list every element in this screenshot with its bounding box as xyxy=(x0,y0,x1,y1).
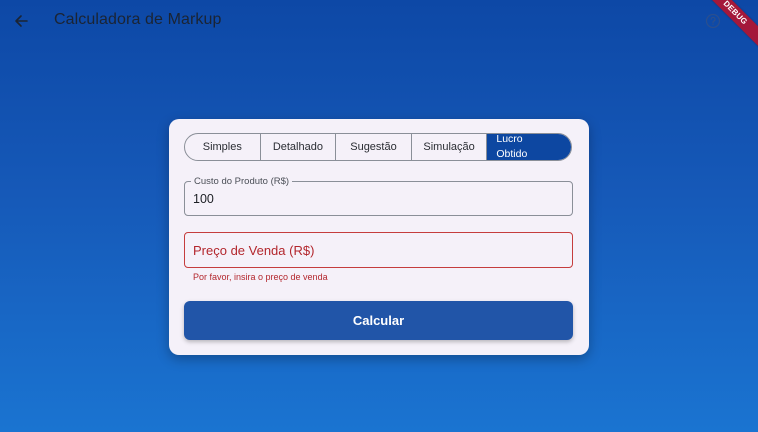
tab-simples[interactable]: Simples xyxy=(185,134,261,160)
help-button[interactable] xyxy=(702,10,724,32)
tab-label: Lucro Obtido xyxy=(496,133,528,160)
cost-field-label: Custo do Produto (R$) xyxy=(191,176,293,187)
help-circle-icon xyxy=(705,13,721,29)
cost-input[interactable] xyxy=(193,192,553,206)
cost-field: Custo do Produto (R$) xyxy=(184,176,573,216)
calculator-card: Simples Detalhado Sugestão Simulação Luc… xyxy=(169,119,589,355)
tab-label: Detalhado xyxy=(272,141,323,153)
tab-sugestao[interactable]: Sugestão xyxy=(336,134,412,160)
calculate-button[interactable]: Calcular xyxy=(184,301,573,340)
back-button[interactable] xyxy=(10,10,32,32)
tab-simulacao[interactable]: Simulação xyxy=(412,134,488,160)
tab-label: Simulação xyxy=(423,141,475,153)
tab-label: Sugestão xyxy=(350,141,397,153)
tab-detalhado[interactable]: Detalhado xyxy=(261,134,337,160)
app-bar: Calculadora de Markup xyxy=(0,0,758,42)
price-field xyxy=(184,232,573,268)
app-screen: Calculadora de Markup DEBUG Simples Deta… xyxy=(0,0,758,432)
tab-lucro-obtido[interactable]: Lucro Obtido xyxy=(487,134,571,160)
page-title: Calculadora de Markup xyxy=(54,11,222,28)
price-error-message: Por favor, insira o preço de venda xyxy=(193,272,328,282)
tab-label: Simples xyxy=(202,141,242,153)
arrow-left-icon xyxy=(15,15,28,27)
price-input[interactable] xyxy=(193,243,553,258)
mode-segmented-control: Simples Detalhado Sugestão Simulação Luc… xyxy=(184,133,572,161)
